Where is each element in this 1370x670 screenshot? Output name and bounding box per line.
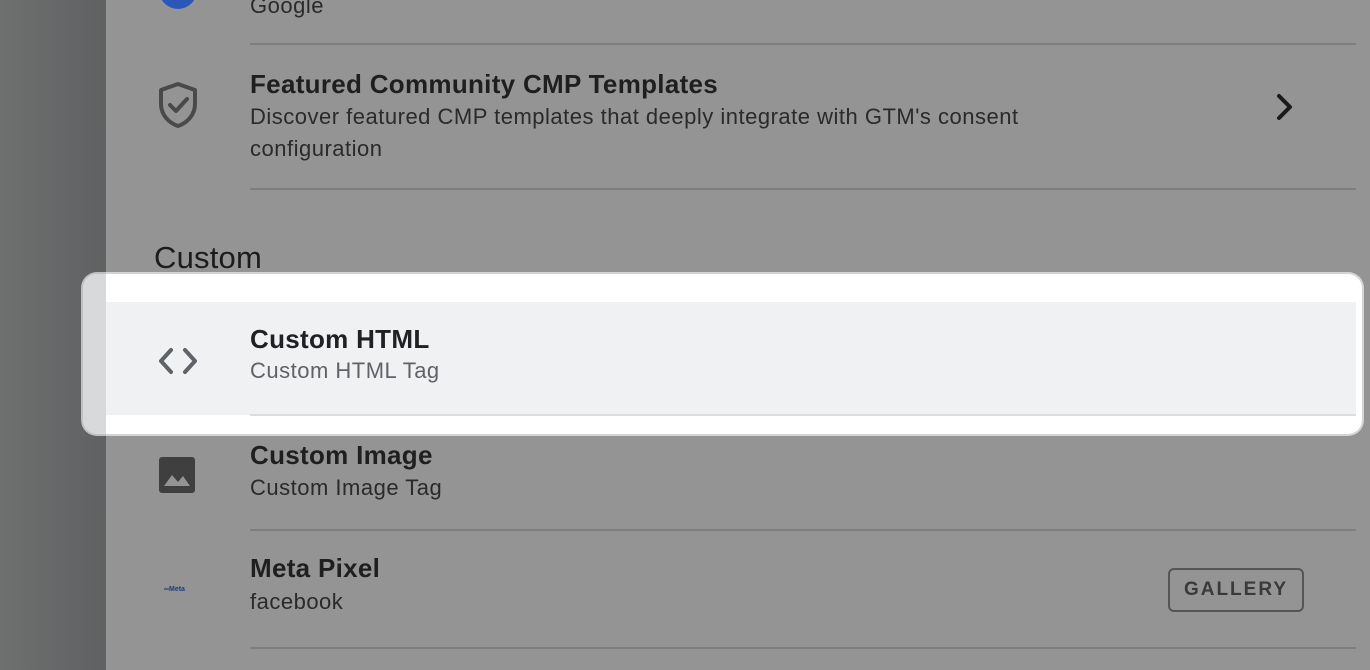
- code-brackets-icon: [156, 346, 200, 381]
- list-item-cmp-templates[interactable]: Featured Community CMP Templates Discove…: [106, 45, 1370, 190]
- custom-image-subtitle: Custom Image Tag: [250, 475, 443, 500]
- custom-html-title: Custom HTML: [250, 324, 430, 354]
- meta-pixel-title: Meta Pixel: [250, 553, 381, 583]
- divider: [250, 188, 1356, 190]
- custom-html-subtitle: Custom HTML Tag: [250, 358, 440, 383]
- cmp-description-line2: configuration: [250, 136, 383, 161]
- chevron-right-icon[interactable]: [1274, 93, 1294, 126]
- meta-pixel-subtitle: facebook: [250, 589, 344, 614]
- google-subtitle: Google: [250, 0, 324, 18]
- section-title-custom: Custom: [154, 240, 263, 275]
- list-item-custom-image[interactable]: Custom Image Custom Image Tag: [106, 434, 1370, 531]
- divider: [250, 647, 1356, 649]
- custom-image-title: Custom Image: [250, 440, 433, 470]
- image-icon: [158, 456, 196, 499]
- meta-logo-icon: ∞Meta: [164, 586, 185, 593]
- cmp-title: Featured Community CMP Templates: [250, 69, 719, 99]
- spotlight-edge: [83, 274, 106, 434]
- divider: [250, 414, 1356, 416]
- google-logo-icon: [158, 0, 198, 15]
- list-item-google[interactable]: Google: [106, 0, 1370, 45]
- spotlight-highlight: Custom HTML Custom HTML Tag: [83, 274, 1362, 434]
- list-item-custom-html[interactable]: Custom HTML Custom HTML Tag: [106, 302, 1356, 416]
- cmp-description-line1: Discover featured CMP templates that dee…: [250, 104, 1019, 129]
- gallery-button[interactable]: GALLERY: [1168, 568, 1304, 612]
- shield-check-icon: [156, 81, 200, 134]
